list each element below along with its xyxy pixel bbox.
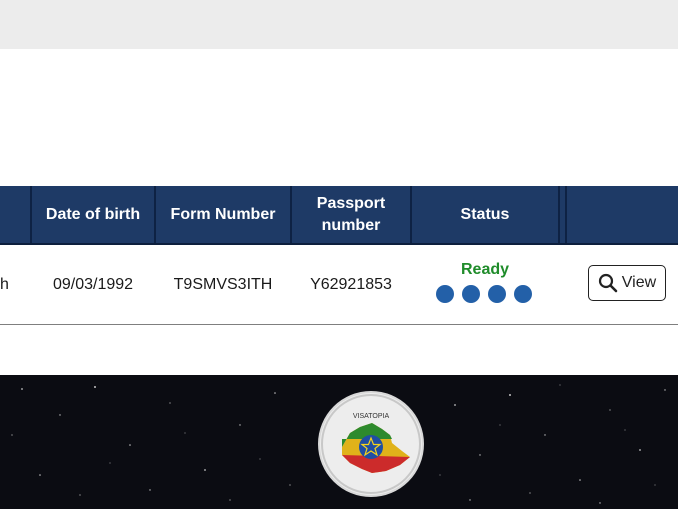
top-bar — [0, 0, 678, 49]
table-header: Date of birth Form Number Passport numbe… — [0, 186, 678, 245]
progress-step-dot — [514, 285, 532, 303]
name-cell: h — [0, 275, 9, 293]
progress-step-dot — [462, 285, 480, 303]
date-of-birth-cell: 09/03/1992 — [52, 275, 134, 293]
status-cell: Ready — [411, 245, 559, 324]
view-button[interactable]: View — [588, 265, 666, 301]
progress-indicator — [436, 285, 536, 303]
progress-step-dot — [488, 285, 506, 303]
logo-text: VISATOPIA — [353, 413, 390, 420]
form-number-cell: T9SMVS3ITH — [173, 275, 273, 293]
ethiopia-map-emblem: VISATOPIA — [321, 394, 421, 494]
header-divider — [565, 186, 567, 243]
footer: VISATOPIA — [0, 375, 678, 509]
visatopia-logo: VISATOPIA — [320, 393, 422, 495]
column-header-status: Status — [460, 205, 510, 223]
column-header-date-of-birth: Date of birth — [45, 205, 141, 223]
table-row: h 09/03/1992 T9SMVS3ITH Y62921853 Ready … — [0, 245, 678, 325]
status-label: Ready — [460, 261, 510, 278]
header-divider — [558, 186, 560, 243]
progress-step-dot — [436, 285, 454, 303]
column-header-passport-number: Passport number — [316, 194, 386, 234]
passport-number-cell: Y62921853 — [310, 275, 392, 293]
search-icon — [598, 273, 618, 293]
column-header-form-number: Form Number — [170, 205, 276, 223]
view-button-label: View — [621, 274, 657, 291]
